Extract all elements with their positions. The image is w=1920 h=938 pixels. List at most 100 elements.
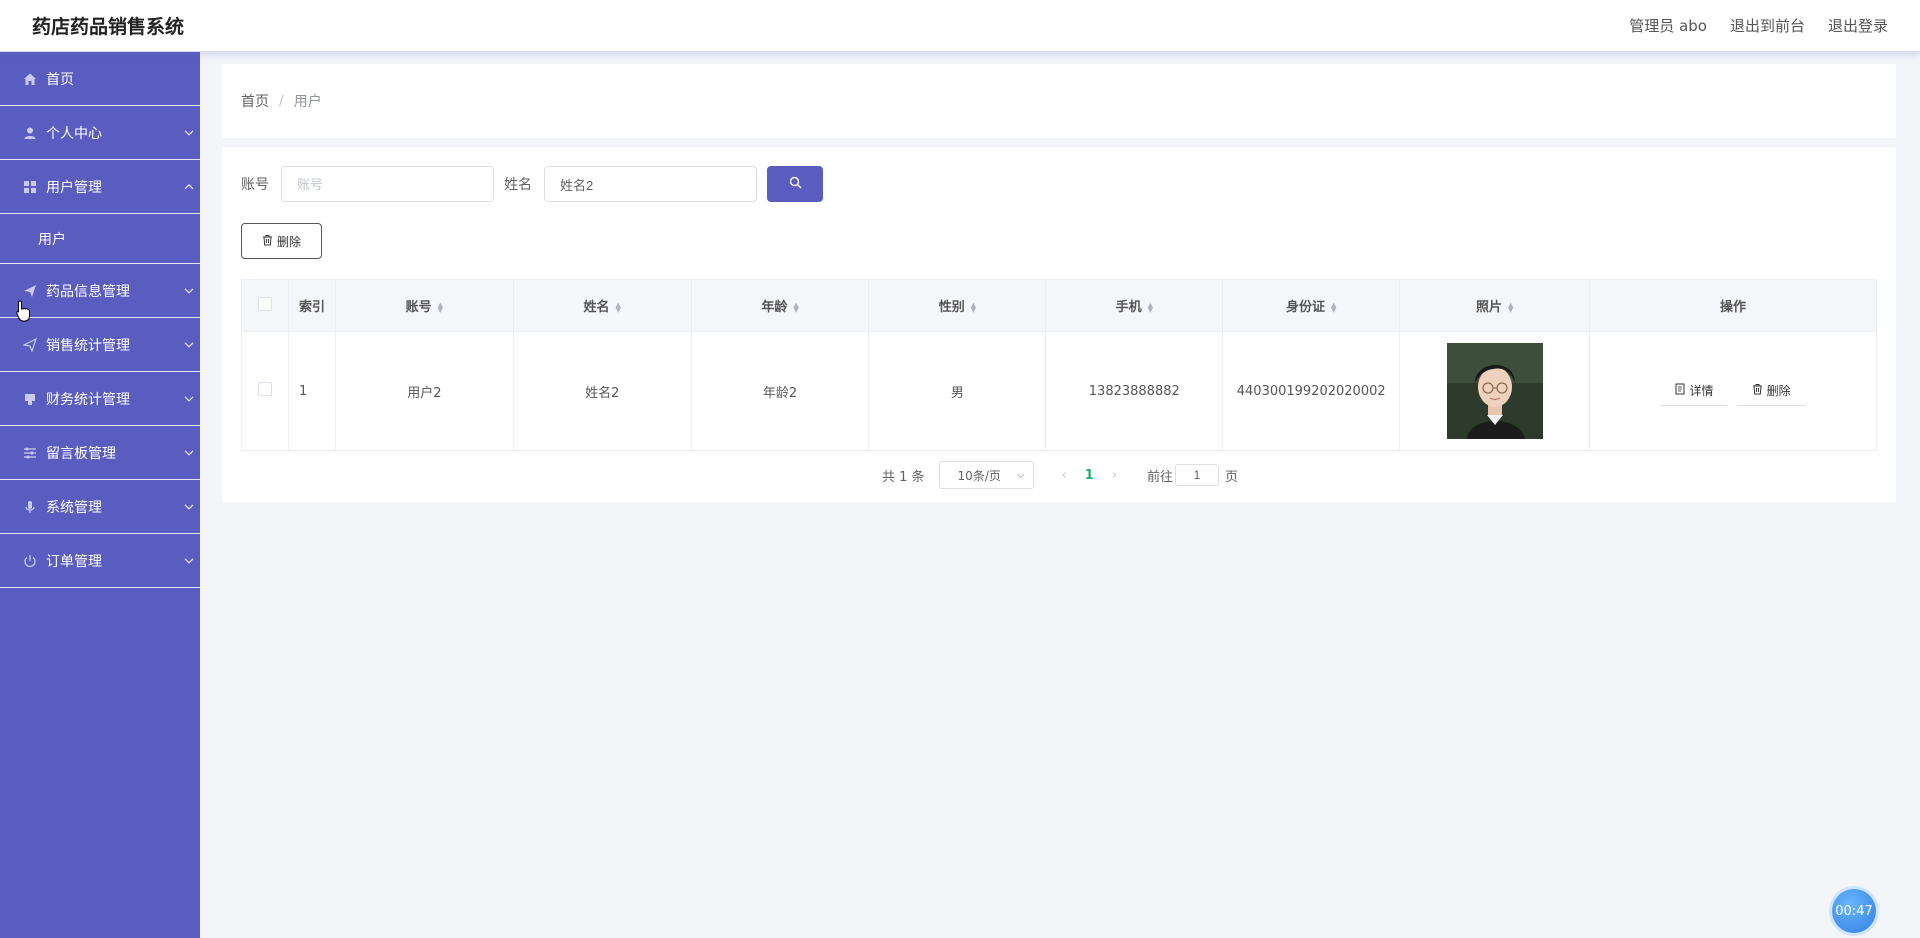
pagination-total: 共 1 条 <box>882 469 925 485</box>
select-all-checkbox[interactable] <box>257 296 272 311</box>
chevron-down-icon <box>184 499 194 512</box>
select-all-cell <box>241 279 289 332</box>
sidebar-item-personal-center[interactable]: 个人中心 <box>0 106 200 160</box>
sidebar-item-label: 财务统计管理 <box>46 391 130 408</box>
name-search-input[interactable] <box>544 166 757 202</box>
row-delete-label: 删除 <box>1766 384 1791 398</box>
name-label: 姓名 <box>504 177 532 193</box>
column-header-index: 索引 <box>288 279 336 332</box>
page-number-current[interactable]: 1 <box>1085 468 1094 483</box>
breadcrumb-current: 用户 <box>293 94 322 110</box>
send-icon <box>22 283 38 299</box>
row-account: 用户2 <box>335 331 514 451</box>
search-button[interactable] <box>767 166 823 202</box>
goto-page-input[interactable] <box>1175 464 1220 486</box>
breadcrumb-separator: / <box>279 93 284 109</box>
chevron-up-icon <box>184 179 194 192</box>
content-card: 账号 姓名 删除 索引 账号▲▼ 姓名▲▼ 年龄▲▼ 性别▲▼ <box>222 147 1896 502</box>
user-table: 索引 账号 ▲ ▼ 姓名 ▲ ▼ 年龄 ▲ ▼ 性别 ▲ ▼ 手机 ▲ ▼ 身份证 ▲ ▼ 照片 ▲ ▼ 操… <box>241 279 1877 451</box>
row-select-cell <box>241 331 289 451</box>
chevron-down-icon <box>184 337 194 350</box>
column-header-phone[interactable]: 手机 ▲ ▼ <box>1045 279 1224 332</box>
sidebar-item-finance-stats-management[interactable]: 财务统计管理 <box>0 372 200 426</box>
box-icon <box>22 391 38 407</box>
sidebar-item-label: 订单管理 <box>46 553 102 570</box>
chevron-down-icon <box>184 553 194 566</box>
chevron-down-icon <box>1016 468 1025 482</box>
batch-delete-label: 删除 <box>276 234 301 249</box>
chevron-down-icon <box>184 391 194 404</box>
detail-button[interactable]: 详情 <box>1661 376 1728 406</box>
breadcrumb-home[interactable]: 首页 <box>241 91 269 111</box>
column-header-actions: 操作 <box>1589 279 1877 332</box>
pagination: 共 1 条 10条/页 ‹ 1 › 前往 页 <box>882 461 1238 489</box>
row-photo-cell <box>1399 331 1591 451</box>
row-age: 年龄2 <box>691 331 870 451</box>
column-header-account[interactable]: 账号 ▲ ▼ <box>335 279 514 332</box>
search-icon <box>789 176 802 192</box>
row-checkbox[interactable] <box>257 382 272 396</box>
sort-icon[interactable]: ▲ ▼ <box>1508 301 1513 313</box>
sidebar-item-label: 个人中心 <box>46 125 102 142</box>
power-icon <box>22 553 38 569</box>
goto-prefix: 前往 <box>1147 469 1174 485</box>
sidebar-item-users[interactable]: 用户 <box>0 214 200 264</box>
column-header-name[interactable]: 姓名 ▲ ▼ <box>513 279 692 332</box>
row-name: 姓名2 <box>513 331 692 451</box>
batch-delete-button[interactable]: 删除 <box>241 223 322 259</box>
sidebar-item-user-management[interactable]: 用户管理 <box>0 160 200 214</box>
next-page-icon[interactable]: › <box>1112 468 1117 483</box>
user-photo[interactable] <box>1446 343 1543 439</box>
sidebar-item-drug-info-management[interactable]: 药品信息管理 <box>0 264 200 318</box>
sort-icon[interactable]: ▲ ▼ <box>971 301 976 313</box>
row-index: 1 <box>288 331 336 451</box>
row-delete-button[interactable]: 删除 <box>1737 376 1805 406</box>
logout-link[interactable]: 退出登录 <box>1828 15 1888 36</box>
sort-icon[interactable]: ▲ ▼ <box>616 301 621 313</box>
sidebar: 首页 个人中心 用户管理 用户 药品信息管理 销售统计管理 财务统计管理 留言板… <box>0 52 200 938</box>
mic-icon <box>22 499 38 515</box>
sidebar-item-order-management[interactable]: 订单管理 <box>0 534 200 588</box>
column-header-gender[interactable]: 性别 ▲ ▼ <box>868 279 1047 332</box>
document-icon <box>1675 383 1685 398</box>
account-search-input[interactable] <box>281 166 494 202</box>
account-label: 账号 <box>241 177 269 193</box>
sliders-icon <box>22 445 38 461</box>
sidebar-item-label: 留言板管理 <box>46 445 116 462</box>
chevron-down-icon <box>184 445 194 458</box>
table-header-row: 索引 账号 ▲ ▼ 姓名 ▲ ▼ 年龄 ▲ ▼ 性别 ▲ ▼ 手机 ▲ ▼ 身份证 ▲ ▼ 照片 ▲ ▼ 操… <box>241 279 1877 332</box>
chevron-down-icon <box>184 125 194 138</box>
trash-icon <box>1752 383 1763 398</box>
sidebar-item-message-board-management[interactable]: 留言板管理 <box>0 426 200 480</box>
sidebar-item-label: 用户管理 <box>46 179 102 196</box>
app-title: 药店药品销售系统 <box>32 16 185 38</box>
sidebar-item-home[interactable]: 首页 <box>0 52 200 106</box>
page-size-select[interactable]: 10条/页 <box>938 461 1034 489</box>
sidebar-item-label: 药品信息管理 <box>46 283 130 300</box>
sidebar-item-sales-stats-management[interactable]: 销售统计管理 <box>0 318 200 372</box>
column-header-id-card[interactable]: 身份证 ▲ ▼ <box>1222 279 1401 332</box>
trash-icon <box>262 234 273 249</box>
sidebar-item-system-management[interactable]: 系统管理 <box>0 480 200 534</box>
user-icon <box>22 125 38 141</box>
column-header-photo[interactable]: 照片 ▲ ▼ <box>1399 279 1591 332</box>
admin-user-link[interactable]: 管理员 abo <box>1629 15 1707 36</box>
prev-page-icon[interactable]: ‹ <box>1062 468 1067 483</box>
exit-to-front-link[interactable]: 退出到前台 <box>1730 15 1805 36</box>
search-form: 账号 姓名 <box>241 166 823 202</box>
sort-icon[interactable]: ▲ ▼ <box>1331 301 1336 313</box>
page-size-value: 10条/页 <box>957 468 1001 483</box>
detail-label: 详情 <box>1689 384 1714 398</box>
row-actions-cell: 详情 删除 <box>1589 331 1877 451</box>
sidebar-item-label: 首页 <box>46 71 74 88</box>
row-phone: 13823888882 <box>1045 331 1224 451</box>
sort-icon[interactable]: ▲ ▼ <box>1148 301 1153 313</box>
sort-icon[interactable]: ▲ ▼ <box>793 301 798 313</box>
sort-icon[interactable]: ▲ ▼ <box>438 301 443 313</box>
grid-icon <box>22 179 38 195</box>
chevron-down-icon <box>184 283 194 296</box>
column-header-age[interactable]: 年龄 ▲ ▼ <box>691 279 870 332</box>
home-icon <box>22 71 38 87</box>
timer-badge: 00:47 <box>1832 889 1876 933</box>
send-icon <box>22 337 38 353</box>
